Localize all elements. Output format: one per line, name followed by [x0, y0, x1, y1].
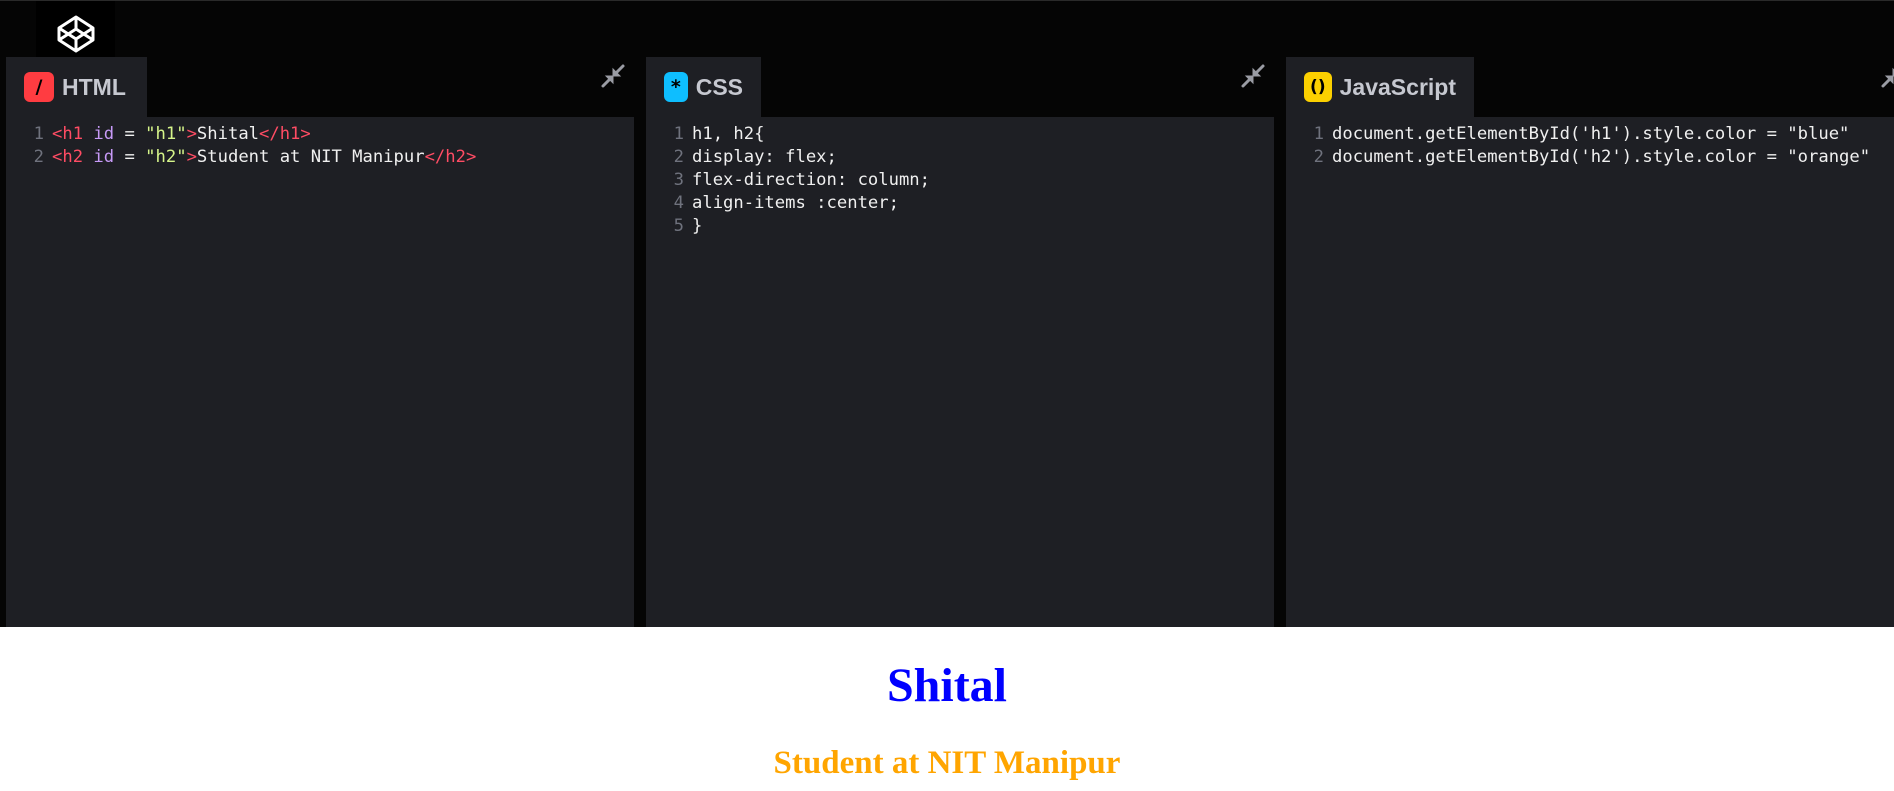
line-number: 4 [673, 193, 684, 213]
css-tab-label: CSS [695, 73, 743, 100]
code-line: 5} [646, 215, 1274, 238]
code-line: 3 flex-direction: column; [646, 169, 1274, 192]
code-line: 4 align-items :center; [646, 192, 1274, 215]
html-editor-pane: / HTML 1 <h1 id = "h1">Shital</h1> 2 <h2 id… [6, 57, 634, 627]
collapse-arrows-icon [1241, 64, 1265, 88]
code-line: 1 h1, h2{ [646, 123, 1274, 146]
line-number: 2 [673, 147, 684, 167]
css-editor-pane: * CSS 1 h1, h2{ 2 display: flex; 3 flex-direc… [646, 57, 1274, 627]
html-collapse-button[interactable] [598, 61, 628, 91]
css-asterisk-icon: * [664, 72, 688, 102]
codepen-cube-icon [57, 15, 94, 53]
code-token: "h1" [145, 124, 187, 144]
js-code-editor[interactable]: 1 document.getElementById('h1').style.col… [1286, 117, 1894, 627]
code-text: document.getElementById('h2').style.colo… [1324, 146, 1870, 169]
code-token: Student at NIT Manipur [196, 147, 425, 167]
code-token: align-items :center; [692, 193, 899, 213]
js-tab[interactable]: () JavaScript [1286, 57, 1474, 117]
css-collapse-button[interactable] [1238, 61, 1268, 91]
code-token: flex-direction: column; [692, 170, 930, 190]
html-tab[interactable]: / HTML [6, 57, 147, 117]
js-editor-pane: () JavaScript 1 document.getElementById('… [1286, 57, 1894, 627]
css-tab[interactable]: * CSS [646, 57, 761, 117]
code-token: document.getElementById('h1').style.colo… [1332, 124, 1850, 144]
code-token: <h1 [52, 124, 94, 144]
code-line: 2 <h2 id = "h2">Student at NIT Manipur</h… [6, 146, 634, 169]
collapse-arrows-icon [1881, 67, 1894, 88]
code-text: flex-direction: column; [684, 169, 930, 192]
collapse-arrows-icon [601, 64, 625, 88]
line-number: 2 [33, 147, 44, 167]
code-token: Shital [196, 124, 260, 144]
code-token: "h2" [145, 147, 187, 167]
result-preview: Shital Student at NIT Manipur [0, 627, 1894, 791]
line-number: 1 [1313, 124, 1324, 144]
preview-heading-2: Student at NIT Manipur [773, 745, 1121, 781]
code-token: id [93, 147, 115, 167]
code-token: = [114, 124, 146, 144]
code-line: 1 <h1 id = "h1">Shital</h1> [6, 123, 634, 146]
code-text: align-items :center; [684, 192, 899, 215]
line-number: 2 [1313, 147, 1324, 167]
code-token: display: flex; [692, 147, 837, 167]
js-parens-icon: () [1304, 72, 1332, 102]
code-token: > [186, 124, 197, 144]
line-number: 3 [673, 170, 684, 190]
code-token: = [114, 147, 146, 167]
line-number: 5 [673, 216, 684, 236]
js-tab-label: JavaScript [1339, 73, 1456, 100]
code-token: > [186, 147, 197, 167]
line-number: 1 [673, 124, 684, 144]
html-slash-icon: / [24, 72, 54, 102]
code-text: <h2 id = "h2">Student at NIT Manipur</h2… [44, 146, 476, 169]
editor-area: / HTML 1 <h1 id = "h1">Shital</h1> 2 <h2 id… [0, 0, 1894, 627]
code-token: </h2> [424, 147, 477, 167]
html-code-editor[interactable]: 1 <h1 id = "h1">Shital</h1> 2 <h2 id = "h2"… [6, 117, 634, 627]
code-text: document.getElementById('h1').style.colo… [1324, 123, 1849, 146]
code-text: h1, h2{ [684, 123, 764, 146]
code-token: } [692, 216, 703, 236]
code-token: h1, h2{ [692, 124, 765, 144]
code-line: 2 display: flex; [646, 146, 1274, 169]
preview-heading-1: Shital [886, 659, 1008, 712]
code-text: <h1 id = "h1">Shital</h1> [44, 123, 311, 146]
code-token: id [93, 124, 115, 144]
css-code-editor[interactable]: 1 h1, h2{ 2 display: flex; 3 flex-direction: … [646, 117, 1274, 627]
code-token: </h1> [259, 124, 311, 144]
html-tab-label: HTML [62, 73, 126, 100]
line-number: 1 [33, 124, 44, 144]
code-token: document.getElementById('h2').style.colo… [1332, 147, 1871, 167]
code-line: 1 document.getElementById('h1').style.col… [1286, 123, 1894, 146]
code-line: 2 document.getElementById('h2').style.col… [1286, 146, 1894, 169]
code-text: display: flex; [684, 146, 837, 169]
code-token: <h2 [52, 147, 94, 167]
code-text: } [684, 215, 702, 238]
js-collapse-button[interactable] [1878, 61, 1894, 91]
